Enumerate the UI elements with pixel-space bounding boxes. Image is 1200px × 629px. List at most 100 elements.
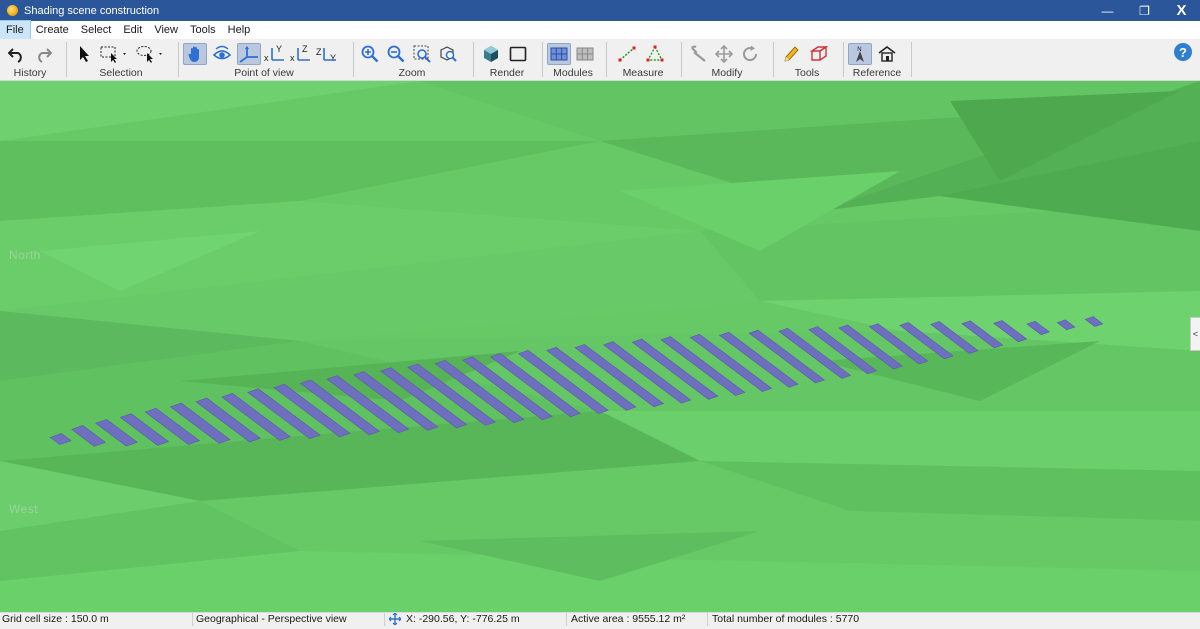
status-grid-size: Grid cell size : 150.0 m [2,613,109,625]
reference-label: Reference [852,67,902,79]
modules-group: Modules [545,41,601,79]
wrench-icon [689,45,707,63]
module-layout-icon [576,45,594,63]
selection-label: Selection [99,67,143,79]
toolbar-separator [606,42,607,77]
rotate-icon [741,45,759,63]
status-bar: Grid cell size : 150.0 m Geographical - … [0,612,1200,626]
minimize-button[interactable]: — [1089,0,1126,21]
zoom-window-button[interactable] [410,43,434,65]
solid-cube-icon [482,45,500,63]
redo-button[interactable] [31,43,55,65]
render-solid-button[interactable] [479,43,503,65]
zoom-in-button[interactable] [358,43,382,65]
rectangle-select-button[interactable] [98,43,130,65]
status-module-count: Total number of modules : 5770 [712,613,860,625]
undo-button[interactable] [5,43,29,65]
menu-create[interactable]: Create [30,21,75,39]
house-reference-button[interactable] [875,43,899,65]
zoom-in-icon [361,45,379,63]
measure-distance-button[interactable] [615,43,639,65]
axes-view-button[interactable] [237,43,261,65]
menu-edit[interactable]: Edit [117,21,148,39]
selection-group: Selection [70,41,172,79]
render-group: Render [476,41,538,79]
lasso-select-button[interactable] [134,43,166,65]
menu-tools[interactable]: Tools [184,21,222,39]
svg-text:Z: Z [316,47,322,57]
toolbar-separator [542,42,543,77]
svg-text:N: N [857,47,861,53]
redo-icon [34,45,52,63]
measure-group: Measure [609,41,677,79]
menu-file[interactable]: File [0,20,31,40]
menu-view[interactable]: View [148,21,184,39]
view-zy-button[interactable]: ZY [315,43,339,65]
zoom-extents-button[interactable] [436,43,460,65]
pencil-icon [782,45,800,63]
window-controls: — ❐ X [1089,0,1200,21]
modules-label: Modules [553,67,593,79]
menu-help[interactable]: Help [222,21,257,39]
zoom-extents-icon [439,45,457,63]
measure-angle-button[interactable] [643,43,667,65]
restore-button[interactable]: ❐ [1126,0,1163,21]
svg-text:Z: Z [302,45,308,54]
point-of-view-label: Point of view [234,67,294,79]
status-view-mode: Geographical - Perspective view [196,613,347,625]
house-icon [877,45,897,63]
history-label: History [13,67,47,79]
toolbar-separator [353,42,354,77]
view-zy-icon: ZY [316,45,338,63]
modules-layout-button[interactable] [573,43,597,65]
view-xy-icon: xY [264,45,286,63]
help-button[interactable]: ? [1174,43,1192,61]
cursor-position-icon [387,612,402,626]
xyz-axes-icon [239,45,259,63]
north-reference-button[interactable]: N [848,43,872,65]
status-separator [192,613,193,626]
zoom-out-button[interactable] [384,43,408,65]
reference-group: N Reference [846,41,908,79]
hand-icon [187,45,203,63]
view-xy-button[interactable]: xY [263,43,287,65]
move-arrows-icon [715,45,733,63]
zoom-group: Zoom [356,41,468,79]
render-frame-button[interactable] [506,43,530,65]
side-panel-collapse-tab[interactable]: < [1190,317,1200,351]
svg-text:x: x [264,53,269,63]
measure-distance-icon [618,45,636,63]
view-xz-icon: xZ [290,45,312,63]
status-separator [707,613,708,626]
orbit-button[interactable] [210,43,234,65]
modify-group: Modify [684,41,770,79]
svg-text:Y: Y [330,53,336,63]
toolbar-separator [473,42,474,77]
window-title: Shading scene construction [24,4,160,17]
modify-tool-button[interactable] [686,43,710,65]
rectangle-select-icon [99,45,129,63]
measure-label: Measure [622,67,664,79]
menu-bar: File Create Select Edit View Tools Help [0,20,1200,40]
frame-icon [509,45,527,63]
move-button[interactable] [712,43,736,65]
status-separator [384,613,385,626]
pan-button[interactable] [183,43,207,65]
shapes-tool-button[interactable] [806,43,830,65]
rotate-button[interactable] [738,43,762,65]
scene-viewport[interactable]: North West < [0,81,1200,612]
north-label: North [9,248,41,262]
menu-select[interactable]: Select [75,21,118,39]
zoom-label: Zoom [398,67,426,79]
eye-orbit-icon [212,45,232,63]
modules-view-button[interactable] [547,43,571,65]
toolbar-separator [843,42,844,77]
terrain-surface [0,81,1200,612]
close-button[interactable]: X [1163,0,1200,21]
view-xz-button[interactable]: xZ [289,43,313,65]
select-pointer-button[interactable] [72,43,96,65]
title-bar: Shading scene construction — ❐ X [0,0,1200,21]
svg-text:x: x [290,53,295,63]
toolbar-separator [773,42,774,77]
pencil-tool-button[interactable] [779,43,803,65]
